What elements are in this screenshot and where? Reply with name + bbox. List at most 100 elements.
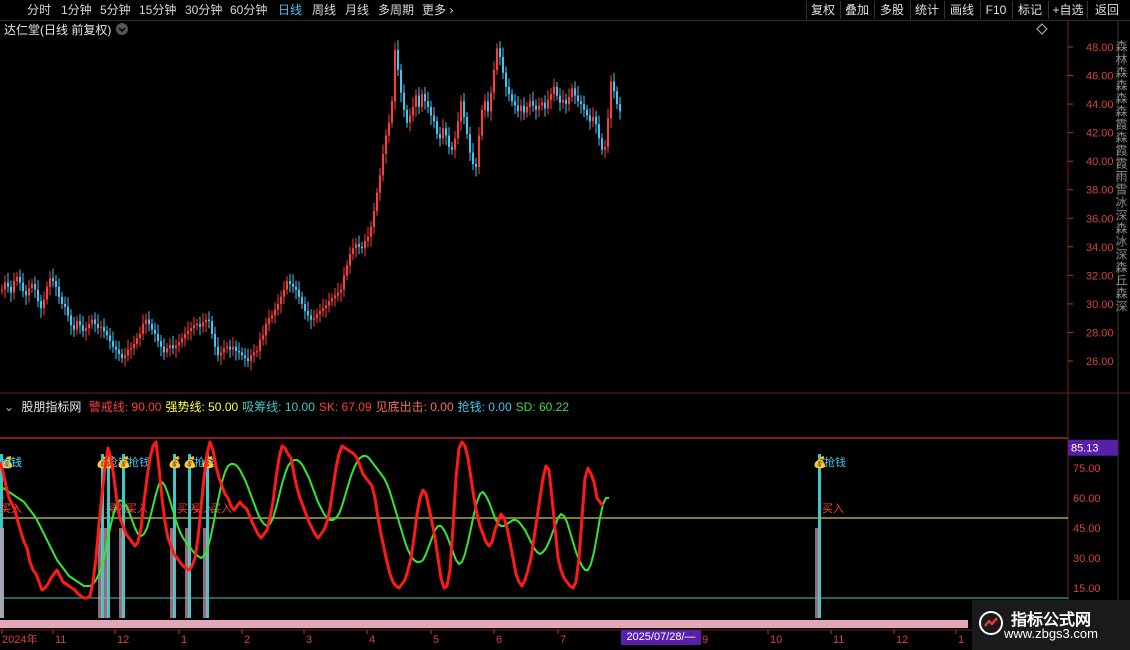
candle-body: [541, 102, 543, 106]
candle-body: [220, 352, 222, 356]
candle-body: [460, 101, 462, 122]
candle-body: [22, 282, 24, 292]
candle-body: [364, 241, 366, 249]
candle-body: [61, 296, 63, 304]
candle-body: [616, 91, 618, 105]
candle-body: [442, 128, 444, 139]
collapse-icon[interactable]: ⌄: [4, 400, 14, 414]
candle-body: [418, 95, 420, 107]
candle-body: [238, 351, 240, 353]
candle-body: [427, 101, 429, 107]
candle-body: [295, 286, 297, 290]
candle-body: [337, 292, 339, 296]
candle-body: [31, 283, 33, 289]
candle-body: [466, 116, 468, 135]
money-bag-icon: 💰: [168, 456, 182, 469]
x-tick-label-6: 4: [369, 634, 375, 646]
candle-body: [115, 346, 117, 350]
candle-body: [514, 101, 516, 106]
candle-body: [430, 106, 432, 116]
candle-body: [214, 333, 216, 347]
candle-body: [76, 321, 78, 330]
price-tick-label-11: 26.00: [1086, 356, 1114, 368]
candle-body: [4, 282, 6, 290]
candle-body: [235, 346, 237, 352]
candle-body: [265, 323, 267, 336]
candle-body: [529, 101, 531, 107]
candle-body: [28, 288, 30, 296]
buy-label: 买入: [822, 502, 844, 515]
candle-body: [472, 152, 474, 165]
candle-body: [313, 318, 315, 320]
candle-body: [217, 346, 219, 356]
indicator-name[interactable]: 股朋指标网: [21, 400, 81, 414]
candle-body: [499, 48, 501, 57]
signal-label: 抢钱: [0, 455, 22, 469]
indicator-param-0: 警戒线: 90.00: [88, 400, 162, 414]
price-tick-label-4: 40.00: [1086, 156, 1114, 168]
candle-body: [352, 248, 354, 254]
candle-body: [619, 104, 621, 112]
x-tick-label-2: 12: [117, 634, 129, 646]
candle-body: [154, 329, 156, 334]
candle-body: [409, 115, 411, 123]
candle-body: [244, 355, 246, 359]
candle-body: [52, 278, 54, 282]
indicator-tick-label-4: 15.00: [1073, 583, 1101, 595]
candle-body: [376, 192, 378, 212]
indicator-tick-label-0: 75.00: [1073, 463, 1101, 475]
candle-body: [439, 134, 441, 139]
sd-line: [0, 455, 609, 587]
candle-body: [400, 69, 402, 93]
candle-body: [559, 95, 561, 103]
x-tick-label-3: 1: [181, 634, 187, 646]
candle-body: [256, 351, 258, 353]
candle-body: [181, 338, 183, 343]
buy-bar: [203, 528, 207, 618]
candle-body: [370, 226, 372, 237]
dropdown-icon: [116, 23, 128, 35]
candle-body: [169, 345, 171, 349]
candle-body: [178, 342, 180, 346]
candle-body: [565, 99, 567, 105]
candle-body: [268, 318, 270, 324]
candle-body: [391, 101, 393, 123]
candle-body: [613, 81, 615, 92]
x-tick-label-0: 2024年: [2, 632, 37, 646]
indicator-param-2: 吸筹线: 10.00: [242, 400, 315, 414]
candle-body: [484, 101, 486, 110]
candle-body: [157, 333, 159, 342]
candle-body: [166, 348, 168, 353]
x-tick-label-9: 7: [560, 634, 566, 646]
candle-body: [112, 341, 114, 347]
candle-body: [592, 116, 594, 122]
candle-body: [448, 135, 450, 147]
candle-body: [394, 49, 396, 102]
candle-body: [58, 286, 60, 297]
date-badge: 2025/07/28/—: [621, 630, 701, 645]
candle-body: [508, 86, 510, 95]
kline-chart[interactable]: 48.00 46.00 44.00 42.00 40.00 38.00 36.00 34.00…: [0, 0, 1130, 650]
candle-body: [589, 115, 591, 122]
candle-body: [415, 95, 417, 107]
candle-body: [310, 315, 312, 320]
candle-body: [142, 323, 144, 334]
price-tick-label-3: 42.00: [1086, 128, 1114, 140]
x-tick-label-14: 1: [958, 634, 964, 646]
candle-body: [103, 326, 105, 332]
candle-body: [454, 138, 456, 150]
price-tick-label-0: 48.00: [1086, 42, 1114, 54]
candle-body: [94, 319, 96, 324]
candle-body: [490, 92, 492, 112]
candle-body: [97, 323, 99, 329]
price-tick-label-5: 38.00: [1086, 185, 1114, 197]
indicator-param-1: 强势线: 50.00: [165, 400, 239, 414]
candle-body: [34, 283, 36, 290]
candle-body: [160, 341, 162, 347]
candle-body: [229, 346, 231, 350]
candle-body: [385, 135, 387, 155]
candle-body: [127, 349, 129, 356]
candle-body: [571, 88, 573, 97]
candle-body: [550, 94, 552, 100]
candle-body: [184, 333, 186, 339]
